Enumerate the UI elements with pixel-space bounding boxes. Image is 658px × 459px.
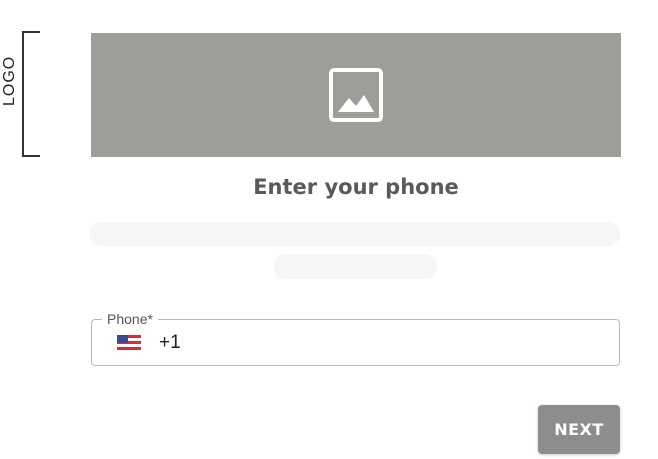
hero-image-placeholder [91, 33, 621, 157]
phone-input[interactable] [159, 331, 579, 354]
skeleton-line [274, 254, 437, 279]
us-flag-icon[interactable] [117, 335, 141, 350]
skeleton-line [89, 222, 620, 246]
logo-bracket [22, 31, 40, 157]
image-placeholder-icon [329, 68, 383, 122]
page-title: Enter your phone [253, 175, 459, 199]
next-button[interactable]: NEXT [538, 405, 620, 454]
phone-label: Phone* [102, 309, 158, 329]
phone-field[interactable]: Phone* [91, 309, 620, 366]
logo: LOGO [1, 55, 18, 106]
